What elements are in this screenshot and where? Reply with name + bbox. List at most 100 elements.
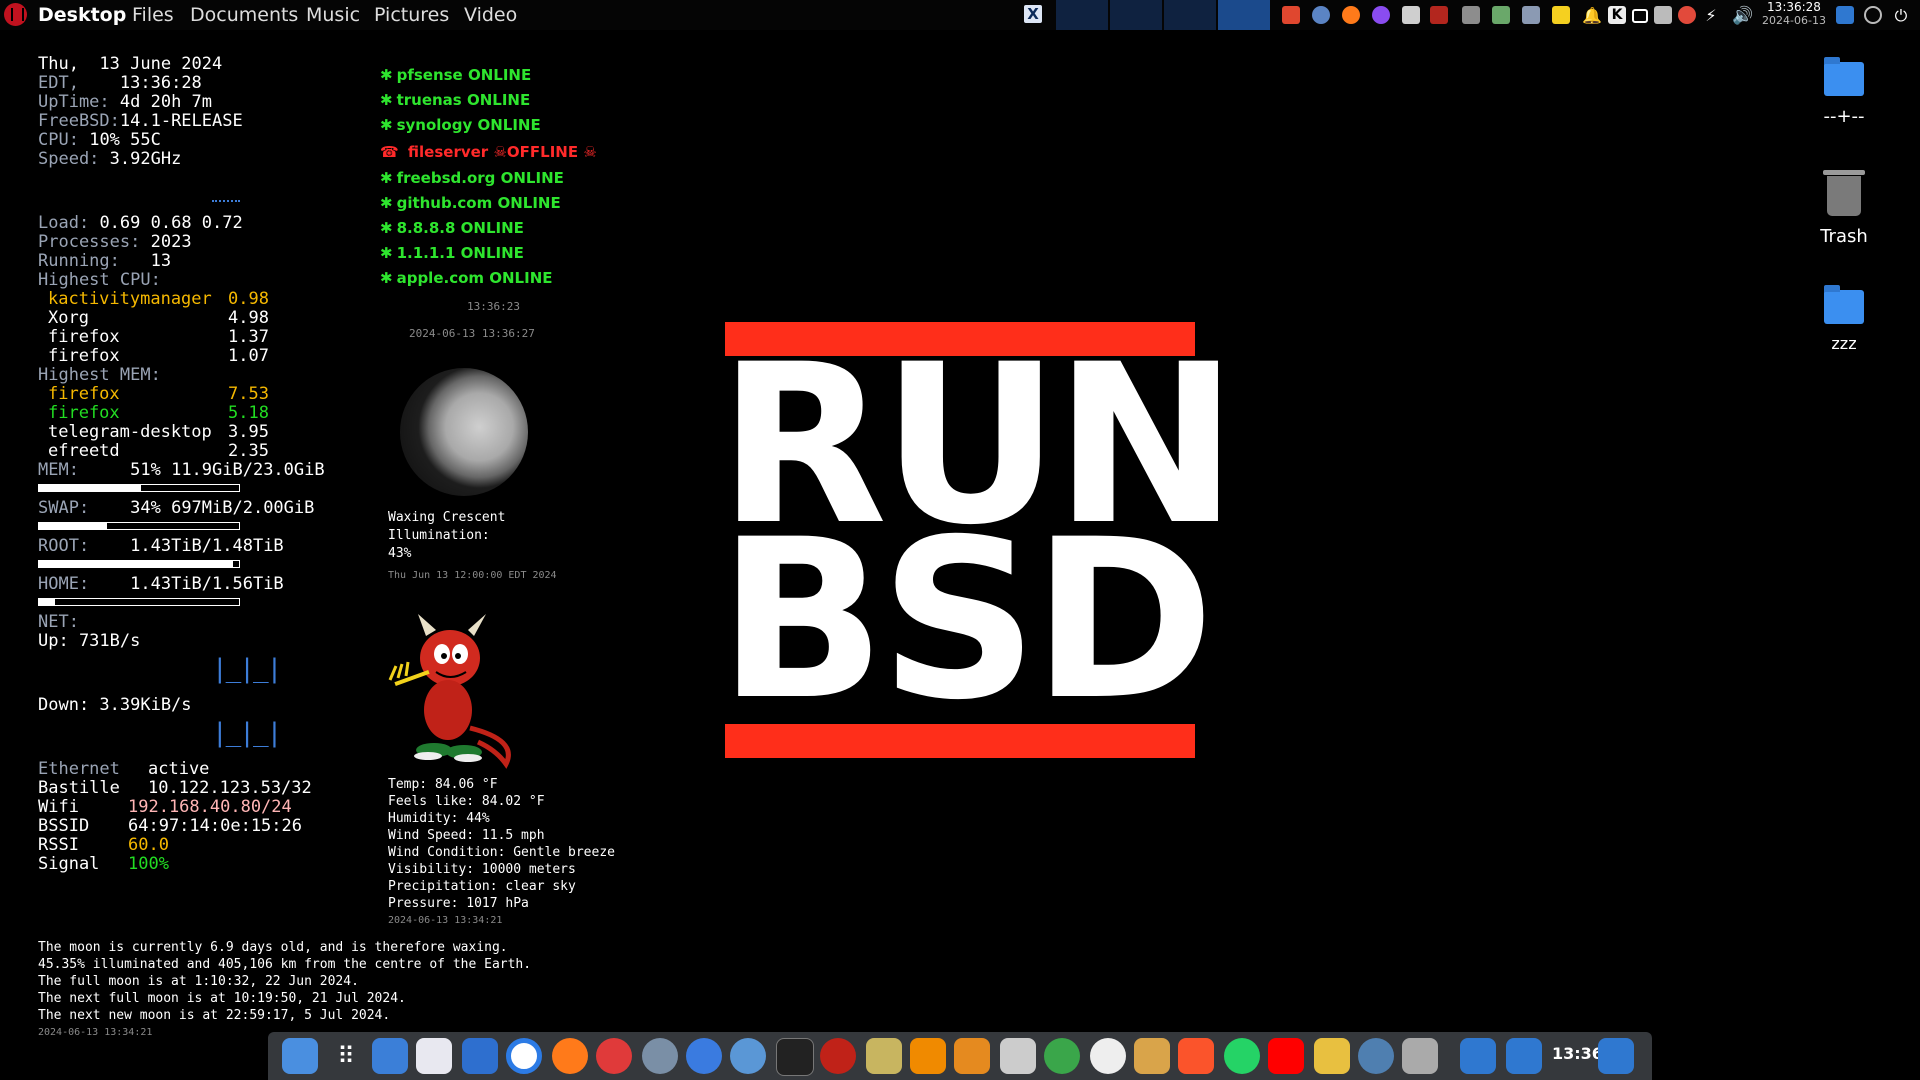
speed-value: 3.92GHz <box>109 149 182 169</box>
weather-wind-condition: Wind Condition: Gentle breeze <box>388 845 615 860</box>
host-state: ONLINE <box>466 91 531 109</box>
bell-icon[interactable]: 🔔 <box>1582 6 1602 25</box>
uptime-row: UpTime: 4d 20h 7m <box>38 93 212 112</box>
computer-icon[interactable] <box>1000 1038 1036 1074</box>
firefox-icon[interactable] <box>552 1038 588 1074</box>
star-icon: ✱ <box>380 219 393 237</box>
desktop-folder-zzz[interactable]: zzz <box>1816 285 1872 353</box>
workspace-3[interactable] <box>1164 0 1216 30</box>
firefox-dev-tray-icon[interactable] <box>1372 6 1390 24</box>
thunderbird-icon[interactable] <box>686 1038 722 1074</box>
laptop-icon[interactable] <box>1402 6 1420 24</box>
menu-video[interactable]: Video <box>464 4 517 26</box>
time-value: 13:36:28 <box>119 73 202 93</box>
documents-folder-icon[interactable] <box>1460 1038 1496 1074</box>
downloads-folder-icon[interactable] <box>1506 1038 1542 1074</box>
files-icon[interactable] <box>372 1038 408 1074</box>
host-state: ONLINE <box>500 169 564 187</box>
freebsd-logo-icon[interactable] <box>4 3 27 26</box>
app-grid-icon[interactable]: ⠿ <box>328 1038 364 1074</box>
desktop-trash[interactable]: Trash <box>1816 170 1872 247</box>
workspace-4[interactable] <box>1218 0 1270 30</box>
k-icon[interactable]: K <box>1608 6 1626 24</box>
desktop-folder-dashes[interactable]: --+-- <box>1816 57 1872 127</box>
home-bar <box>38 598 240 606</box>
host-state: ONLINE <box>477 116 541 134</box>
home-folder-icon[interactable] <box>1598 1038 1634 1074</box>
calculator-icon[interactable] <box>416 1038 452 1074</box>
notification-badge-icon[interactable] <box>1678 6 1696 24</box>
net-row-label: Ethernet <box>38 759 120 779</box>
game-console-icon[interactable] <box>1314 1038 1350 1074</box>
ghost-icon[interactable] <box>1090 1038 1126 1074</box>
daemon-icon[interactable] <box>1430 6 1448 24</box>
recycle-icon[interactable] <box>1492 6 1510 24</box>
highest-cpu-label: Highest CPU: <box>38 270 161 290</box>
moon-text-line: The next full moon is at 10:19:50, 21 Ju… <box>38 991 406 1006</box>
host-status: ✱ freebsd.org ONLINE <box>380 169 564 187</box>
workspace-1[interactable] <box>1056 0 1108 30</box>
cpu-proc-name: kactivitymanager <box>48 289 212 309</box>
screen-icon[interactable] <box>1522 6 1540 24</box>
git-client-icon[interactable] <box>596 1038 632 1074</box>
weather-stamp: 2024-06-13 13:34:21 <box>388 915 503 926</box>
net-row-label: BSSID <box>38 816 90 836</box>
text-editor-icon[interactable] <box>1402 1038 1438 1074</box>
daemon-app-icon[interactable] <box>820 1038 856 1074</box>
weather-visibility: Visibility: 10000 meters <box>388 862 576 877</box>
workspace-2[interactable] <box>1110 0 1162 30</box>
vscode-icon[interactable] <box>954 1038 990 1074</box>
trash-icon <box>1823 170 1865 216</box>
notes-icon[interactable] <box>1552 6 1570 24</box>
x-app-icon[interactable]: X <box>1024 5 1042 23</box>
top-clock[interactable]: 13:36:28 2024-06-13 <box>1758 1 1830 28</box>
net-down-graph: |_|_| <box>212 718 282 748</box>
terminal-icon[interactable] <box>776 1038 814 1076</box>
cpu-proc-name: Xorg <box>48 308 89 328</box>
volume-icon[interactable]: 🔊 <box>1732 6 1753 26</box>
sublime-text-icon[interactable] <box>910 1038 946 1074</box>
whatsapp-icon[interactable] <box>1224 1038 1260 1074</box>
battery-icon[interactable]: ⚡ <box>1702 6 1720 25</box>
keepass-icon[interactable] <box>1044 1038 1080 1074</box>
swap-value: 34% 697MiB/2.00GiB <box>130 498 315 518</box>
update-icon[interactable] <box>1282 6 1300 24</box>
dock-clock[interactable]: 13:36 <box>1552 1044 1603 1063</box>
bsd-daemon-image <box>388 614 511 769</box>
power-icon[interactable]: ⏻ <box>1892 6 1910 25</box>
chromium-icon[interactable] <box>506 1038 542 1074</box>
net-row-value: 10.122.123.53/32 <box>148 778 312 798</box>
menu-desktop[interactable]: Desktop <box>38 4 126 26</box>
globe-app-icon[interactable] <box>1358 1038 1394 1074</box>
star-icon: ✱ <box>380 244 393 262</box>
host-state: ONLINE <box>467 66 532 84</box>
window-icon[interactable] <box>1462 6 1480 24</box>
web-browser-icon[interactable] <box>730 1038 766 1074</box>
display-icon[interactable] <box>1632 9 1648 23</box>
swap-row: SWAP: 34% 697MiB/2.00GiB <box>38 499 314 518</box>
mem-bar <box>38 484 240 492</box>
root-row: ROOT: 1.43TiB/1.48TiB <box>38 537 284 556</box>
youtube-icon[interactable] <box>1268 1038 1304 1074</box>
show-desktop-icon[interactable] <box>1836 6 1854 24</box>
settings-gear-icon[interactable] <box>642 1038 678 1074</box>
contacts-icon[interactable] <box>1134 1038 1170 1074</box>
net-row-value: 192.168.40.80/24 <box>128 797 292 817</box>
network-globe-icon[interactable] <box>1312 6 1330 24</box>
swap-bar <box>38 522 240 530</box>
file-manager-icon[interactable] <box>282 1038 318 1074</box>
wifi-icon[interactable] <box>1864 6 1882 24</box>
home-label: HOME: <box>38 574 90 594</box>
brave-icon[interactable] <box>1178 1038 1214 1074</box>
menu-pictures[interactable]: Pictures <box>374 4 449 26</box>
menu-documents[interactable]: Documents <box>190 4 298 26</box>
hosts-time: 13:36:23 <box>467 300 520 313</box>
menu-files[interactable]: Files <box>132 4 174 26</box>
menu-music[interactable]: Music <box>306 4 360 26</box>
folder-icon <box>1824 57 1864 96</box>
firefox-tray-icon[interactable] <box>1342 6 1360 24</box>
archive-icon[interactable] <box>866 1038 902 1074</box>
clipboard-icon[interactable] <box>1654 6 1672 24</box>
moon-text-line: 45.35% illuminated and 405,106 km from t… <box>38 957 532 972</box>
document-viewer-icon[interactable] <box>462 1038 498 1074</box>
